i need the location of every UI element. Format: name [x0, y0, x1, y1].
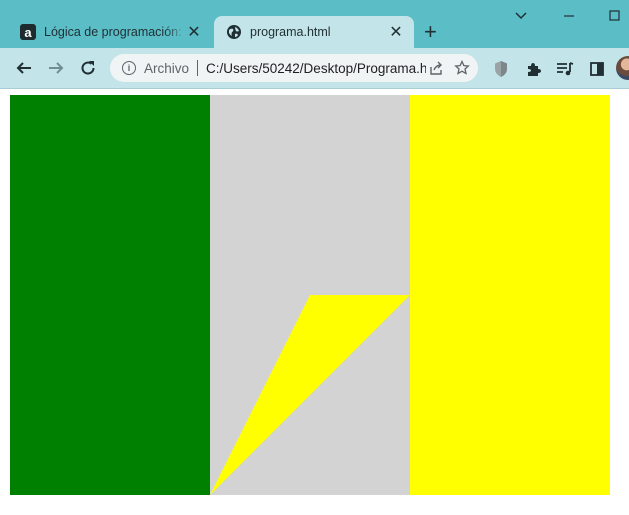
address-divider [197, 60, 199, 76]
info-icon[interactable]: i [122, 61, 136, 75]
shield-extension-icon[interactable] [492, 60, 510, 78]
green-rectangle [10, 95, 210, 495]
bookmark-star-icon[interactable] [452, 58, 472, 78]
page-viewport [0, 89, 629, 515]
flag-canvas [10, 95, 610, 495]
maximize-icon[interactable] [608, 8, 622, 25]
media-control-icon[interactable] [556, 60, 574, 78]
security-chip[interactable]: Archivo [144, 61, 189, 76]
tab-close-icon[interactable]: ✕ [186, 22, 202, 42]
tab-title: programa.html [250, 25, 331, 39]
tab-programa-html[interactable]: programa.html ✕ [214, 16, 414, 48]
address-bar[interactable]: i Archivo C:/Users/50242/Desktop/Program… [110, 54, 478, 82]
share-icon[interactable] [426, 58, 446, 78]
tab-close-icon[interactable]: ✕ [388, 22, 404, 42]
tab-title: Lógica de programación: Practi [44, 25, 186, 39]
yellow-rectangle [410, 95, 610, 495]
forward-arrow-icon[interactable] [44, 56, 68, 80]
back-arrow-icon[interactable] [12, 56, 36, 80]
reload-icon[interactable] [76, 56, 100, 80]
new-tab-button[interactable]: + [424, 20, 437, 44]
minimize-icon[interactable] [562, 8, 576, 25]
tab-logica-programacion[interactable]: a Lógica de programación: Practi ✕ [8, 16, 212, 48]
alura-favicon-icon: a [20, 24, 36, 40]
url-text[interactable]: C:/Users/50242/Desktop/Programa.html [206, 61, 426, 76]
extensions-puzzle-icon[interactable] [524, 60, 542, 78]
browser-toolbar: i Archivo C:/Users/50242/Desktop/Program… [0, 48, 629, 89]
globe-icon [226, 24, 242, 40]
tab-strip: a Lógica de programación: Practi ✕ progr… [0, 0, 629, 48]
tab-search-chevron-down-icon[interactable] [514, 8, 528, 25]
side-panel-icon[interactable] [588, 60, 606, 78]
